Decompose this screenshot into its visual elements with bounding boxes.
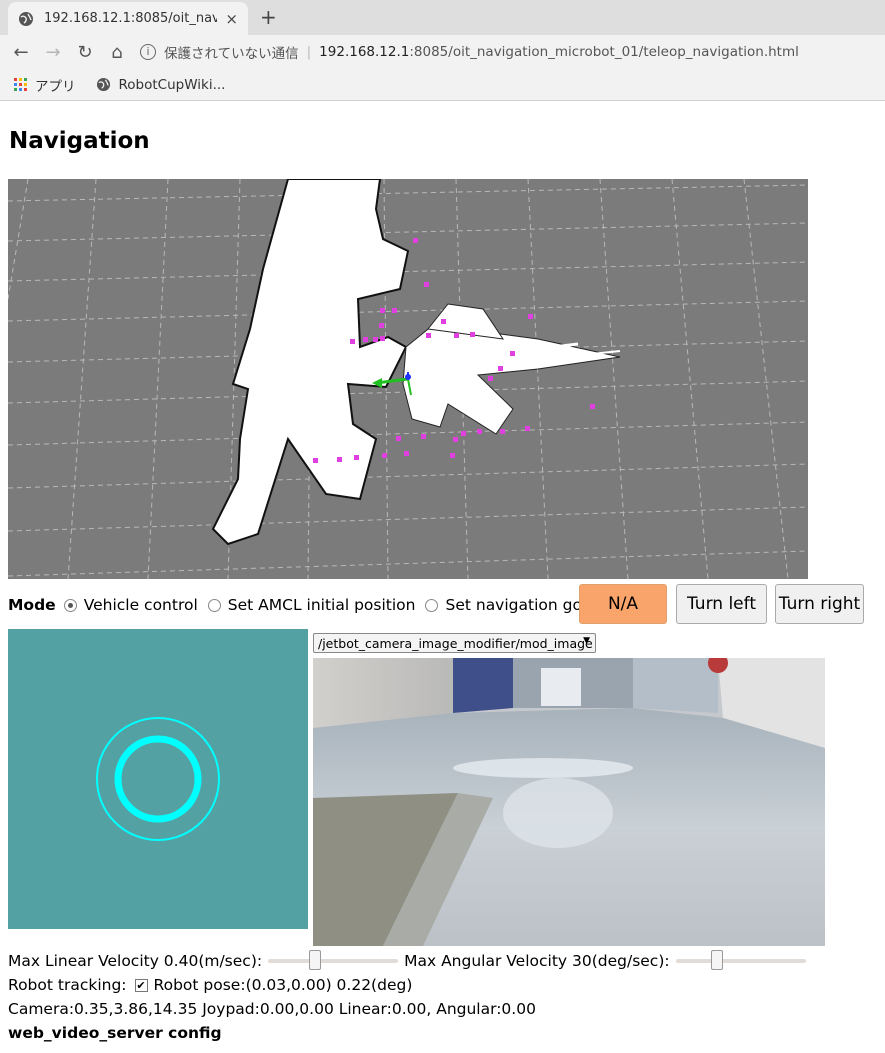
- mode-vehicle-control[interactable]: Vehicle control: [63, 596, 198, 614]
- url-host: 192.168.12.1: [319, 44, 410, 60]
- particle: [498, 366, 503, 371]
- camera-image: [313, 658, 825, 946]
- mode-amcl-initial[interactable]: Set AMCL initial position: [207, 596, 416, 614]
- slider-thumb[interactable]: [309, 950, 322, 970]
- turn-right-button[interactable]: Turn right: [775, 584, 864, 624]
- chevron-down-icon: ▼: [583, 636, 590, 646]
- tracking-row: Robot tracking: ✔ Robot pose:(0.03,0.00)…: [8, 976, 412, 994]
- tab-close-icon[interactable]: ×: [225, 10, 238, 28]
- particle: [510, 351, 515, 356]
- particle: [470, 332, 475, 337]
- config-heading: web_video_server config: [8, 1024, 222, 1042]
- max-linear-label: Max Linear Velocity 0.40(m/sec):: [8, 952, 263, 970]
- home-icon[interactable]: ⌂: [101, 42, 133, 63]
- particle: [461, 431, 466, 436]
- robot-pose: Robot pose:(0.03,0.00) 0.22(deg): [153, 976, 413, 994]
- page-title: Navigation: [9, 128, 150, 154]
- turn-left-button[interactable]: Turn left: [676, 584, 767, 624]
- info-icon[interactable]: i: [140, 44, 156, 60]
- particle: [426, 333, 431, 338]
- camera-view: [313, 658, 825, 946]
- mode-option-label: Vehicle control: [83, 596, 198, 614]
- radio-vehicle-control[interactable]: [63, 598, 77, 612]
- particle: [337, 457, 342, 462]
- particle: [313, 458, 318, 463]
- bookmark-apps-label: アプリ: [35, 78, 76, 95]
- particle: [373, 337, 378, 342]
- status-row: Camera:0.35,3.86,14.35 Joypad:0.00,0.00 …: [8, 1000, 536, 1018]
- particle: [450, 453, 455, 458]
- mode-navigation-goal[interactable]: Set navigation goal: [425, 596, 596, 614]
- joypad-stick[interactable]: [114, 735, 202, 823]
- radio-navigation-goal[interactable]: [425, 598, 439, 612]
- security-status: 保護されていない通信: [164, 46, 299, 62]
- max-linear-slider[interactable]: [268, 950, 399, 972]
- particle: [500, 429, 505, 434]
- particle: [379, 323, 384, 328]
- reload-icon[interactable]: ↻: [69, 42, 101, 63]
- particle: [382, 453, 387, 458]
- particle: [477, 429, 482, 434]
- particle: [350, 339, 355, 344]
- particle: [421, 434, 426, 439]
- address-separator: |: [306, 44, 312, 60]
- globe-icon: [19, 11, 33, 26]
- particle: [453, 437, 458, 442]
- joypad-canvas: [96, 717, 220, 841]
- status-button[interactable]: N/A: [579, 584, 667, 624]
- virtual-joypad[interactable]: [8, 629, 308, 929]
- particle: [392, 308, 397, 313]
- max-angular-slider[interactable]: [675, 950, 806, 972]
- slider-track: [675, 959, 806, 963]
- slider-track: [268, 959, 399, 963]
- robot-tracking-label: Robot tracking:: [8, 976, 127, 994]
- robot-tracking-checkbox[interactable]: ✔: [134, 978, 148, 992]
- max-angular-label: Max Angular Velocity 30(deg/sec):: [404, 952, 670, 970]
- browser-tabbar: 192.168.12.1:8085/oit_nav × +: [0, 0, 885, 35]
- status-line: Camera:0.35,3.86,14.35 Joypad:0.00,0.00 …: [8, 1000, 536, 1018]
- particle: [380, 308, 385, 313]
- particle: [488, 376, 493, 381]
- particle: [413, 238, 418, 243]
- map-canvas[interactable]: [8, 179, 808, 579]
- particle: [396, 436, 401, 441]
- globe-icon: [96, 77, 110, 92]
- browser-tab[interactable]: 192.168.12.1:8085/oit_nav ×: [8, 2, 248, 35]
- particle: [424, 282, 429, 287]
- velocity-row: Max Linear Velocity 0.40(m/sec): Max Ang…: [8, 950, 812, 972]
- url-path: :8085/oit_navigation_microbot_01/teleop_…: [409, 44, 799, 60]
- slider-thumb[interactable]: [710, 950, 723, 970]
- particle: [380, 336, 385, 341]
- particle: [528, 314, 533, 319]
- mode-label: Mode: [8, 596, 56, 614]
- mode-option-label: Set navigation goal: [445, 596, 596, 614]
- browser-toolbar: ← → ↻ ⌂ i 保護されていない通信 | 192.168.12.1:8085…: [0, 35, 885, 69]
- mode-controls: Mode Vehicle control Set AMCL initial po…: [8, 585, 606, 625]
- particle: [454, 333, 459, 338]
- particle: [441, 319, 446, 324]
- map-viewer[interactable]: [8, 179, 808, 579]
- bookmarks-bar: アプリ RobotCupWiki...: [0, 69, 885, 101]
- mode-option-label: Set AMCL initial position: [227, 596, 416, 614]
- bookmark-apps[interactable]: アプリ: [14, 75, 76, 95]
- apps-grid-icon: [14, 78, 27, 91]
- tab-title: 192.168.12.1:8085/oit_nav: [44, 11, 218, 26]
- forward-arrow-icon[interactable]: →: [37, 42, 69, 63]
- particle: [354, 455, 359, 460]
- camera-topic-select[interactable]: /jetbot_camera_image_modifier/mod_image …: [313, 633, 596, 653]
- back-arrow-icon[interactable]: ←: [5, 42, 37, 63]
- particle: [590, 404, 595, 409]
- particle: [363, 337, 368, 342]
- address-bar[interactable]: i 保護されていない通信 | 192.168.12.1:8085/oit_nav…: [140, 38, 885, 66]
- particle: [525, 426, 530, 431]
- camera-topic-value: /jetbot_camera_image_modifier/mod_image: [318, 635, 593, 651]
- new-tab-button[interactable]: +: [260, 5, 277, 29]
- radio-amcl-initial[interactable]: [207, 598, 221, 612]
- particle: [404, 451, 409, 456]
- bookmark-robotcupwiki[interactable]: RobotCupWiki...: [96, 76, 226, 93]
- bookmark-robotcupwiki-label: RobotCupWiki...: [118, 76, 226, 93]
